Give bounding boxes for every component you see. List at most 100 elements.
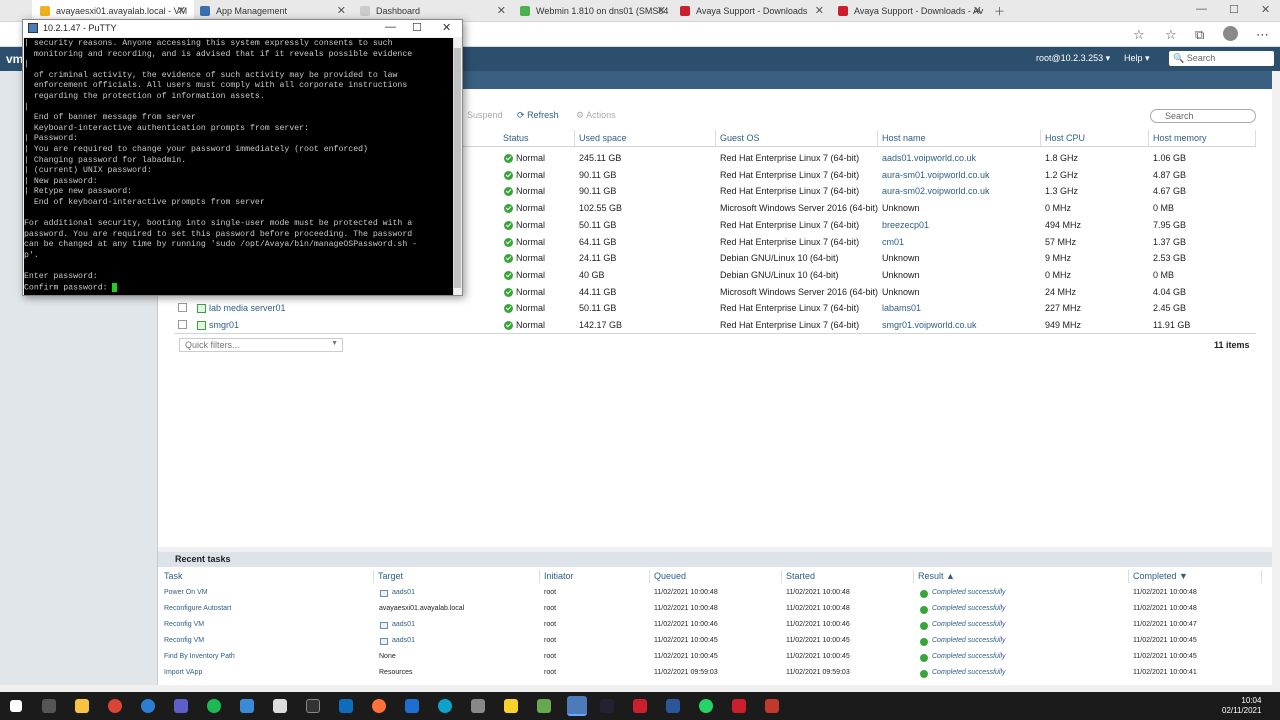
start-icon[interactable] <box>10 700 22 712</box>
close-icon[interactable]: ✕ <box>815 4 824 17</box>
whatsapp-icon[interactable] <box>699 699 713 713</box>
task-name[interactable]: Find By Inventory Path <box>164 653 235 660</box>
close-icon[interactable]: ✕ <box>497 4 506 17</box>
host-name[interactable]: aura-sm02.voipworld.co.uk <box>882 186 990 196</box>
task-column-header[interactable]: Initiator <box>540 570 650 583</box>
vm-name[interactable]: smgr01 <box>209 320 239 330</box>
new-tab-icon[interactable]: ＋ <box>994 3 1005 19</box>
app-icon[interactable] <box>537 699 551 713</box>
teams-icon[interactable] <box>174 699 188 713</box>
host-name[interactable]: aads01.voipworld.co.uk <box>882 153 976 163</box>
app-icon[interactable] <box>405 699 419 713</box>
minimize-icon[interactable]: — <box>1196 3 1207 15</box>
remote-desktop-icon[interactable] <box>240 699 254 713</box>
terminal-output[interactable]: | security reasons. Anyone accessing thi… <box>24 38 453 295</box>
outlook-icon[interactable] <box>339 699 353 713</box>
terminal-scrollbar-thumb[interactable] <box>454 48 461 288</box>
task-target[interactable]: aads01 <box>392 621 415 628</box>
acrobat-icon[interactable] <box>633 699 647 713</box>
host-memory: 4.67 GB <box>1153 186 1187 196</box>
putty-window[interactable]: 10.2.1.47 - PuTTY — ☐ ✕ | security reaso… <box>22 19 463 296</box>
app-icon[interactable] <box>471 699 485 713</box>
column-header[interactable]: Host memory <box>1149 130 1256 146</box>
column-header[interactable]: Guest OS <box>716 130 878 146</box>
host-cpu: 227 MHz <box>1045 303 1082 313</box>
header-search-input[interactable]: 🔍 Search <box>1169 51 1274 66</box>
vm-name[interactable]: lab media server01 <box>209 303 286 313</box>
chrome-icon[interactable] <box>108 699 122 713</box>
edge-legacy-icon[interactable] <box>141 699 155 713</box>
task-name[interactable]: Reconfig VM <box>164 637 204 644</box>
star-icon[interactable]: ☆ <box>1133 27 1145 43</box>
column-header[interactable]: Used space <box>575 130 716 146</box>
close-icon[interactable]: ✕ <box>973 4 982 17</box>
notes-icon[interactable] <box>504 699 518 713</box>
guest-os: Debian GNU/Linux 10 (64-bit) <box>720 270 839 280</box>
help-menu[interactable]: Help ▾ <box>1124 53 1150 64</box>
task-name[interactable]: Reconfig VM <box>164 621 204 628</box>
avatar[interactable] <box>1223 26 1238 41</box>
task-column-header[interactable]: Completed ▼ <box>1129 570 1262 583</box>
refresh-button[interactable]: ⟳ Refresh <box>517 110 559 121</box>
row-checkbox[interactable] <box>178 303 187 312</box>
status-ok-icon <box>504 187 513 196</box>
browser-tab-avaya-downloads-2[interactable]: Avaya Support - Downloads - Av ✕ <box>832 0 990 22</box>
edge-icon[interactable] <box>438 699 452 713</box>
task-column-header[interactable]: Target <box>374 570 540 583</box>
quick-filters-dropdown[interactable]: Quick filters... ▼ <box>179 338 343 352</box>
host-name[interactable]: cm01 <box>882 237 904 247</box>
avaya-icon[interactable] <box>732 699 746 713</box>
task-column-header[interactable]: Queued <box>650 570 782 583</box>
column-header[interactable]: Host name <box>878 130 1041 146</box>
grid-search-input[interactable]: Search <box>1150 109 1256 123</box>
row-checkbox[interactable] <box>178 320 187 329</box>
host-name: Unknown <box>882 287 920 297</box>
search-icon[interactable] <box>42 699 56 713</box>
task-target[interactable]: aads01 <box>392 589 415 596</box>
browser-tab-webmin[interactable]: Webmin 1.810 on dns01 (SMS64 ✕ <box>514 0 674 22</box>
host-cpu: 1.3 GHz <box>1045 186 1079 196</box>
minimize-icon[interactable]: — <box>385 21 396 33</box>
close-window-icon[interactable]: ✕ <box>1261 3 1270 16</box>
browser-tab-avaya-downloads[interactable]: Avaya Support - Downloads ✕ <box>674 0 832 22</box>
maximize-icon[interactable]: ☐ <box>412 21 422 34</box>
task-column-header[interactable]: Started <box>782 570 914 583</box>
task-name[interactable]: Import VApp <box>164 669 202 676</box>
maximize-icon[interactable]: ☐ <box>1229 3 1239 16</box>
favorites-icon[interactable]: ☆ <box>1165 27 1177 43</box>
firefox-icon[interactable] <box>372 699 386 713</box>
task-name[interactable]: Power On VM <box>164 589 208 596</box>
host-name[interactable]: breezecp01 <box>882 220 929 230</box>
task-completed: 11/02/2021 10:00:48 <box>1133 589 1197 596</box>
close-icon[interactable]: ✕ <box>177 4 186 17</box>
task-column-header[interactable]: Task <box>160 570 374 583</box>
app-icon[interactable] <box>765 699 779 713</box>
column-header[interactable]: Host CPU <box>1041 130 1149 146</box>
putty-taskbar-icon[interactable] <box>567 696 587 716</box>
task-column-header[interactable]: Result ▲ <box>914 570 1129 583</box>
actions-button[interactable]: ⚙ Actions <box>576 110 616 121</box>
task-name[interactable]: Reconfigure Autostart <box>164 605 231 612</box>
host-name[interactable]: aura-sm01.voipworld.co.uk <box>882 170 990 180</box>
close-icon[interactable]: ✕ <box>657 4 666 17</box>
system-clock[interactable]: 10:04 02/11/2021 <box>1222 696 1261 716</box>
close-icon[interactable]: ✕ <box>337 4 346 17</box>
host-name[interactable]: labams01 <box>882 303 921 313</box>
word-icon[interactable] <box>666 699 680 713</box>
more-icon[interactable]: ⋯ <box>1256 27 1269 43</box>
file-explorer-icon[interactable] <box>75 699 89 713</box>
suspend-button[interactable]: Suspend <box>467 110 503 120</box>
column-header[interactable]: Status <box>499 130 575 146</box>
spotify-icon[interactable] <box>207 699 221 713</box>
close-icon[interactable]: ✕ <box>442 21 451 34</box>
user-menu[interactable]: root@10.2.3.253 ▾ <box>1036 53 1110 64</box>
recent-tasks-title[interactable]: Recent tasks <box>158 552 1272 567</box>
host-name[interactable]: smgr01.voipworld.co.uk <box>882 320 977 330</box>
task-target[interactable]: aads01 <box>392 637 415 644</box>
collections-icon[interactable]: ⧉ <box>1195 27 1204 43</box>
guest-os: Microsoft Windows Server 2016 (64-bit) <box>720 203 879 213</box>
putty-title-bar[interactable]: 10.2.1.47 - PuTTY — ☐ ✕ <box>23 20 462 37</box>
app-icon[interactable] <box>600 699 614 713</box>
app-icon[interactable] <box>273 699 287 713</box>
terminal-icon[interactable] <box>306 699 320 713</box>
